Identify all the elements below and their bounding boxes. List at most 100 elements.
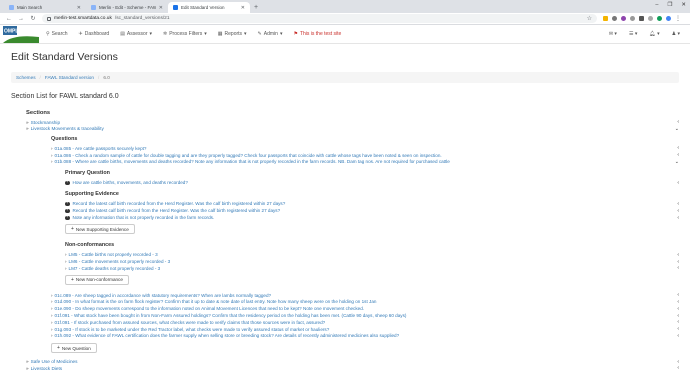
question-link[interactable]: 01a.086 - Check a random sample of cattl… — [55, 153, 442, 158]
new-supporting-evidence-button[interactable]: + New Supporting Evidence — [65, 224, 135, 235]
user-menu[interactable]: ♟ ▾ — [672, 31, 680, 37]
question-link[interactable]: 01a.085 - Are cattle passports securely … — [55, 146, 147, 151]
non-conformance-link[interactable]: LM5 - Cattle births not properly recorde… — [69, 252, 158, 257]
question-link[interactable]: 01c.089 - Are sheep tagged in accordance… — [55, 293, 272, 298]
expand-icon[interactable]: » — [26, 359, 29, 364]
chevron-left-icon[interactable]: ‹ — [677, 306, 679, 312]
chevron-down-icon[interactable]: ⌄ — [675, 126, 679, 132]
expand-icon[interactable]: » — [26, 366, 29, 371]
caret-right-icon[interactable]: › — [51, 153, 53, 158]
section-link[interactable]: Stockmanship — [31, 120, 60, 125]
notifications-menu[interactable]: 🔔︎ ▾ — [649, 31, 659, 37]
caret-right-icon[interactable]: › — [51, 327, 53, 332]
extension-icon[interactable] — [621, 16, 626, 21]
caret-right-icon[interactable]: › — [51, 306, 53, 311]
chevron-left-icon[interactable]: ‹ — [677, 365, 679, 371]
chevron-left-icon[interactable]: ‹ — [677, 259, 679, 265]
nav-process-filters[interactable]: ✲ Process Filters ▾ — [163, 31, 207, 37]
minimize-icon[interactable]: – — [655, 2, 658, 8]
chevron-left-icon[interactable]: ‹ — [677, 326, 679, 332]
section-link[interactable]: Safe Use of Medicines — [31, 359, 78, 364]
primary-question-link[interactable]: How are cattle births, movements, and de… — [73, 180, 188, 185]
nav-assessor[interactable]: ▤ Assessor ▾ — [120, 31, 152, 37]
chevron-left-icon[interactable]: ‹ — [677, 252, 679, 258]
caret-right-icon[interactable]: › — [65, 259, 67, 264]
forward-icon[interactable]: → — [18, 16, 24, 22]
extension-icon[interactable] — [612, 16, 617, 21]
breadcrumb-link[interactable]: FAWL Standard version — [45, 75, 94, 80]
nav-admin[interactable]: ✎ Admin ▾ — [258, 31, 283, 37]
caret-right-icon[interactable]: › — [65, 266, 67, 271]
chevron-left-icon[interactable]: ‹ — [677, 201, 679, 207]
question-link[interactable]: 01d.090 - In what format is the on farm … — [55, 299, 377, 304]
non-conformance-link[interactable]: LM6 - Cattle movements not properly reco… — [69, 259, 171, 264]
new-non-conformance-button[interactable]: + New Non-conformance — [65, 274, 129, 285]
extension-icon[interactable] — [603, 16, 608, 21]
app-logo[interactable]: OMPL — [3, 26, 39, 43]
caret-right-icon[interactable]: › — [51, 299, 53, 304]
plus-circle-icon[interactable]: + — [65, 215, 70, 221]
tab-close-icon[interactable]: ✕ — [77, 5, 81, 11]
question-link[interactable]: 01f.091 - If stock purchased from assure… — [55, 320, 326, 325]
chevron-left-icon[interactable]: ‹ — [677, 119, 679, 125]
extension-icon[interactable] — [630, 16, 635, 21]
browser-tab-active[interactable]: Edit Standard Version ✕ — [168, 2, 250, 13]
chevron-left-icon[interactable]: ‹ — [677, 265, 679, 271]
question-link[interactable]: 01f.091 - What stock have been bought in… — [55, 313, 407, 318]
chevron-left-icon[interactable]: ‹ — [677, 145, 679, 151]
reload-icon[interactable]: ↻ — [30, 15, 36, 22]
new-tab-button[interactable]: + — [250, 4, 262, 13]
caret-right-icon[interactable]: › — [51, 320, 53, 325]
caret-right-icon[interactable]: › — [51, 333, 53, 338]
chevron-left-icon[interactable]: ‹ — [677, 292, 679, 298]
chevron-left-icon[interactable]: ‹ — [677, 180, 679, 186]
plus-circle-icon[interactable]: + — [65, 208, 70, 214]
section-link[interactable]: Livestock Diets — [31, 366, 63, 371]
caret-right-icon[interactable]: › — [51, 159, 53, 164]
chevron-left-icon[interactable]: ‹ — [677, 313, 679, 319]
nav-reports[interactable]: ▦ Reports ▾ — [218, 31, 247, 37]
caret-right-icon[interactable]: › — [65, 252, 67, 257]
question-link[interactable]: 01g.093 - If stock is to be marketed und… — [55, 327, 330, 332]
back-icon[interactable]: ← — [6, 16, 12, 22]
browser-tab[interactable]: Main Search ✕ — [4, 2, 86, 13]
nav-search[interactable]: ⚲ Search — [46, 31, 68, 37]
chevron-left-icon[interactable]: ‹ — [677, 319, 679, 325]
section-link[interactable]: Livestock Movements & traceability — [31, 126, 104, 131]
tab-close-icon[interactable]: ✕ — [241, 5, 245, 11]
question-link[interactable]: 01h.092 - What evidence of FAWL certific… — [55, 333, 400, 338]
maximize-icon[interactable]: ❐ — [667, 2, 672, 8]
chevron-left-icon[interactable]: ‹ — [677, 208, 679, 214]
non-conformance-link[interactable]: LM7 - Cattle deaths not properly recorde… — [69, 266, 161, 271]
nav-dashboard[interactable]: ✈ Dashboard — [79, 31, 110, 37]
tasks-menu[interactable]: ☰ ▾ — [629, 31, 637, 37]
chevron-left-icon[interactable]: ‹ — [677, 215, 679, 221]
extension-icon[interactable] — [639, 16, 644, 21]
evidence-link[interactable]: Note any information that is not properl… — [73, 215, 215, 220]
profile-avatar-icon[interactable] — [666, 16, 671, 21]
tab-close-icon[interactable]: ✕ — [159, 5, 163, 11]
evidence-link[interactable]: Record the latest calf birth recorded fr… — [73, 201, 286, 206]
expand-icon[interactable]: » — [26, 126, 29, 131]
browser-menu-icon[interactable]: ⋮ — [675, 15, 681, 22]
chevron-left-icon[interactable]: ‹ — [677, 359, 679, 365]
chevron-left-icon[interactable]: ‹ — [677, 152, 679, 158]
close-window-icon[interactable]: ✕ — [681, 2, 686, 8]
new-question-button[interactable]: + New Question — [51, 343, 97, 354]
bookmark-star-icon[interactable]: ☆ — [587, 15, 592, 22]
caret-right-icon[interactable]: › — [51, 293, 53, 298]
question-link[interactable]: 01e.090 - Do sheep movements correspond … — [55, 306, 365, 311]
browser-tab[interactable]: Merlin - Edit - Scheme - FAWL ✕ — [86, 2, 168, 13]
caret-right-icon[interactable]: › — [51, 313, 53, 318]
caret-right-icon[interactable]: › — [51, 146, 53, 151]
evidence-link[interactable]: Record the latest calf birth record from… — [73, 208, 281, 213]
url-input[interactable]: merlin-test.smartdata.co.uk/sc_standard_… — [42, 14, 597, 23]
extension-icon[interactable] — [648, 16, 653, 21]
question-link[interactable]: 01b.088 - Where are cattle births, movem… — [55, 159, 450, 164]
expand-icon[interactable]: » — [26, 120, 29, 125]
chevron-left-icon[interactable]: ‹ — [677, 299, 679, 305]
extension-icon[interactable] — [657, 16, 662, 21]
breadcrumb-link[interactable]: Schemes — [16, 75, 36, 80]
chevron-down-icon[interactable]: ⌄ — [675, 159, 679, 165]
messages-menu[interactable]: ✉ ▾ — [609, 31, 617, 37]
